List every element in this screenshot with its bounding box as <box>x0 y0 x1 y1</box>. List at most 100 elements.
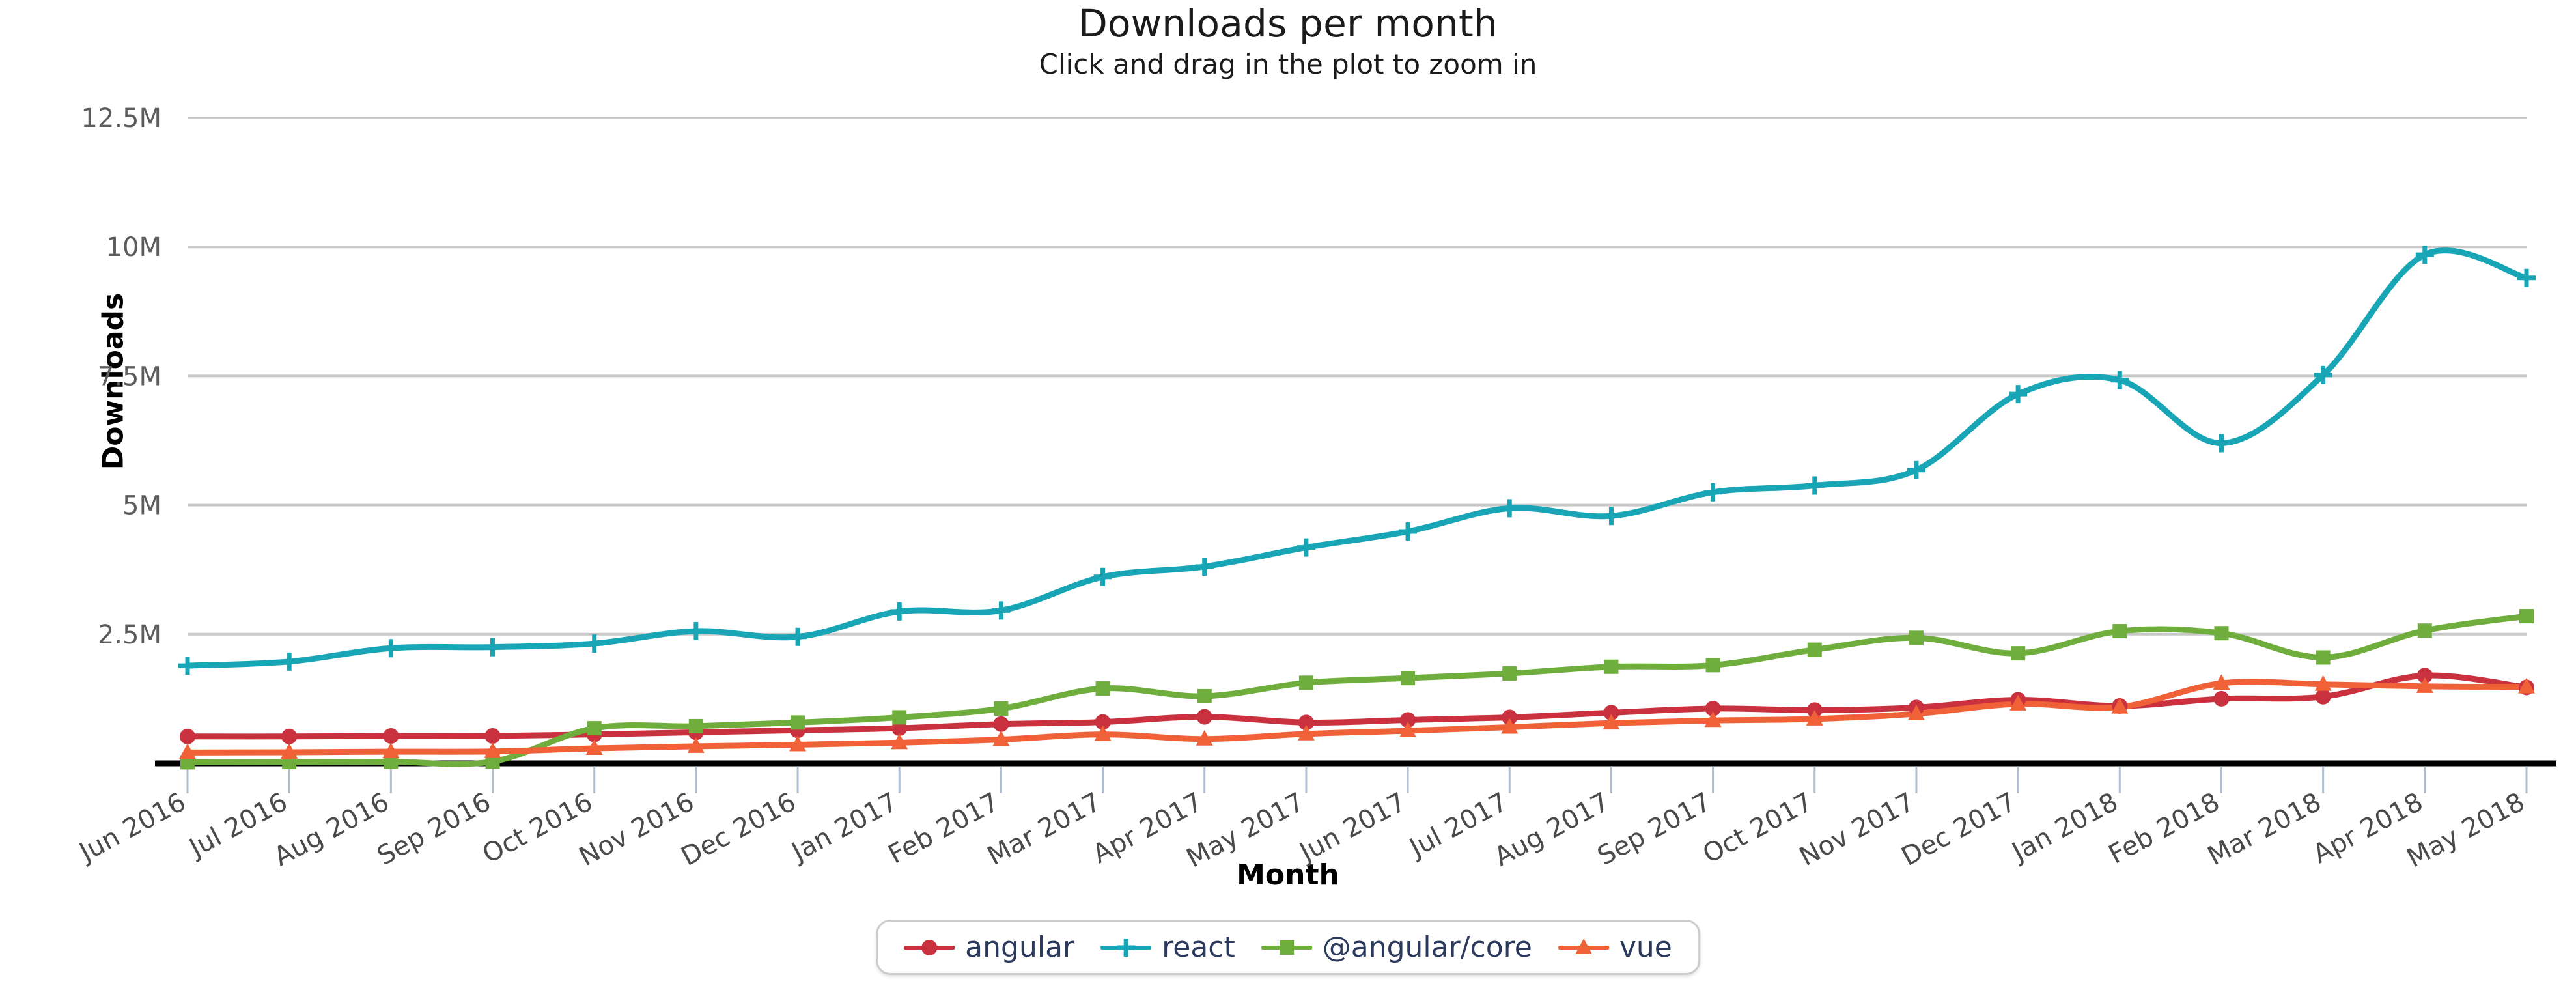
legend-item--angular-core[interactable]: @angular/core <box>1261 931 1532 964</box>
y-tick-label: 2.5M <box>98 620 161 650</box>
x-tick-label: Dec 2017 <box>1897 787 2021 872</box>
circle-icon <box>904 938 955 957</box>
y-tick-label: 5M <box>122 491 161 521</box>
data-point-marker[interactable] <box>281 728 298 744</box>
data-point-marker[interactable] <box>1296 538 1315 557</box>
x-tick-label: Dec 2016 <box>677 787 801 872</box>
data-point-marker[interactable] <box>1195 557 1214 576</box>
data-point-marker[interactable] <box>1279 940 1294 955</box>
x-tick-label: Feb 2018 <box>2104 787 2224 870</box>
data-point-marker[interactable] <box>2011 646 2026 661</box>
legend-item-label: vue <box>1619 931 1672 964</box>
data-point-marker[interactable] <box>1197 688 1212 703</box>
triangle-icon <box>1558 938 1609 957</box>
data-point-marker[interactable] <box>1117 938 1136 957</box>
x-tick-marks-group <box>186 767 2528 793</box>
data-point-marker[interactable] <box>2213 690 2230 707</box>
data-point-marker[interactable] <box>2519 609 2534 624</box>
data-point-marker[interactable] <box>1703 483 1722 502</box>
y-tick-label: 7.5M <box>98 361 161 391</box>
data-point-marker[interactable] <box>1095 681 1110 696</box>
series-line--angular-core[interactable] <box>184 613 2530 767</box>
data-point-marker[interactable] <box>382 639 400 658</box>
x-tick-label: Oct 2016 <box>478 787 598 869</box>
data-point-marker[interactable] <box>1604 659 1619 674</box>
x-tick-label: Mar 2018 <box>2203 787 2326 871</box>
data-point-marker[interactable] <box>1602 507 1621 526</box>
data-point-marker[interactable] <box>2417 623 2432 638</box>
legend-item-angular[interactable]: angular <box>904 931 1074 964</box>
data-point-marker[interactable] <box>1575 938 1592 954</box>
data-point-marker[interactable] <box>1401 671 1416 686</box>
x-tick-label: Jun 2016 <box>73 787 191 868</box>
x-tick-label: Mar 2017 <box>983 787 1106 871</box>
data-point-marker[interactable] <box>484 728 501 744</box>
data-point-marker[interactable] <box>585 634 604 653</box>
data-point-marker[interactable] <box>2517 268 2536 287</box>
x-tick-labels-group: Jun 2016Jul 2016Aug 2016Sep 2016Oct 2016… <box>73 787 2530 873</box>
data-point-marker[interactable] <box>1502 666 1517 681</box>
series-line-vue[interactable] <box>184 679 2530 756</box>
data-point-marker[interactable] <box>921 939 938 955</box>
series-line-react[interactable] <box>184 247 2530 669</box>
data-point-marker[interactable] <box>2112 624 2127 639</box>
data-point-marker[interactable] <box>483 638 502 657</box>
plus-icon <box>1100 938 1152 957</box>
x-tick-label: Jun 2017 <box>1293 787 1411 868</box>
data-point-marker[interactable] <box>791 715 805 730</box>
data-point-marker[interactable] <box>1807 642 1822 657</box>
data-point-marker[interactable] <box>2214 626 2229 641</box>
data-point-marker[interactable] <box>993 716 1009 732</box>
data-point-marker[interactable] <box>1500 499 1519 518</box>
data-point-marker[interactable] <box>180 728 195 744</box>
data-point-marker[interactable] <box>1196 709 1212 725</box>
x-tick-label: May 2018 <box>2402 787 2530 873</box>
data-point-marker[interactable] <box>178 657 197 675</box>
data-point-marker[interactable] <box>1298 675 1313 690</box>
square-icon <box>1261 938 1312 957</box>
x-tick-label: Aug 2016 <box>269 787 394 872</box>
x-tick-label: Oct 2017 <box>1698 787 1818 869</box>
data-point-marker[interactable] <box>686 622 705 641</box>
data-point-marker[interactable] <box>688 718 703 733</box>
data-point-marker[interactable] <box>892 710 907 725</box>
data-point-marker[interactable] <box>587 721 602 736</box>
data-point-marker[interactable] <box>992 601 1011 620</box>
gridlines-group <box>188 117 2527 636</box>
x-tick-label: Sep 2016 <box>372 787 496 871</box>
data-point-marker[interactable] <box>1909 630 1924 645</box>
data-point-marker[interactable] <box>383 728 399 744</box>
data-point-marker[interactable] <box>1399 522 1418 541</box>
y-tick-label: 10M <box>106 233 161 262</box>
legend-item-vue[interactable]: vue <box>1558 931 1672 964</box>
data-point-marker[interactable] <box>2212 434 2231 453</box>
data-point-marker[interactable] <box>789 627 807 646</box>
legend-item-label: react <box>1162 931 1235 964</box>
legend[interactable]: angular react @angular/core vue <box>876 920 1700 975</box>
x-tick-label: Sep 2017 <box>1593 787 1716 871</box>
data-point-marker[interactable] <box>994 701 1009 716</box>
data-point-marker[interactable] <box>890 602 909 621</box>
y-tick-labels-group: 2.5M 5M 7.5M 10M 12.5M <box>81 104 161 650</box>
x-tick-label: Feb 2017 <box>884 787 1004 870</box>
series-line-angular[interactable] <box>184 672 2530 740</box>
legend-item-react[interactable]: react <box>1100 931 1235 964</box>
y-tick-label: 12.5M <box>81 104 161 134</box>
data-point-marker[interactable] <box>2110 371 2129 389</box>
data-point-marker[interactable] <box>1705 658 1720 673</box>
data-point-marker[interactable] <box>2316 650 2331 665</box>
data-point-marker[interactable] <box>1093 567 1112 586</box>
chart-page: Downloads per month Click and drag in th… <box>0 0 2576 1003</box>
data-point-marker[interactable] <box>1805 476 1824 495</box>
x-tick-label: Jan 2018 <box>2006 787 2123 868</box>
series-group[interactable] <box>184 247 2530 767</box>
x-tick-label: May 2017 <box>1182 787 1309 873</box>
legend-item-label: angular <box>965 931 1075 964</box>
data-point-marker[interactable] <box>2315 688 2331 705</box>
chart-svg[interactable]: 2.5M 5M 7.5M 10M 12.5M Jun 2016Jul 2016Aug 2… <box>0 0 2576 1003</box>
data-point-marker[interactable] <box>280 652 299 671</box>
x-tick-label: Jan 2017 <box>785 787 903 868</box>
x-tick-label: Aug 2017 <box>1489 787 1614 872</box>
plot-area[interactable]: 2.5M 5M 7.5M 10M 12.5M Jun 2016 Jul 2016 Aug 2… <box>0 0 2576 1003</box>
x-tick-label: Nov 2017 <box>1795 787 1920 872</box>
